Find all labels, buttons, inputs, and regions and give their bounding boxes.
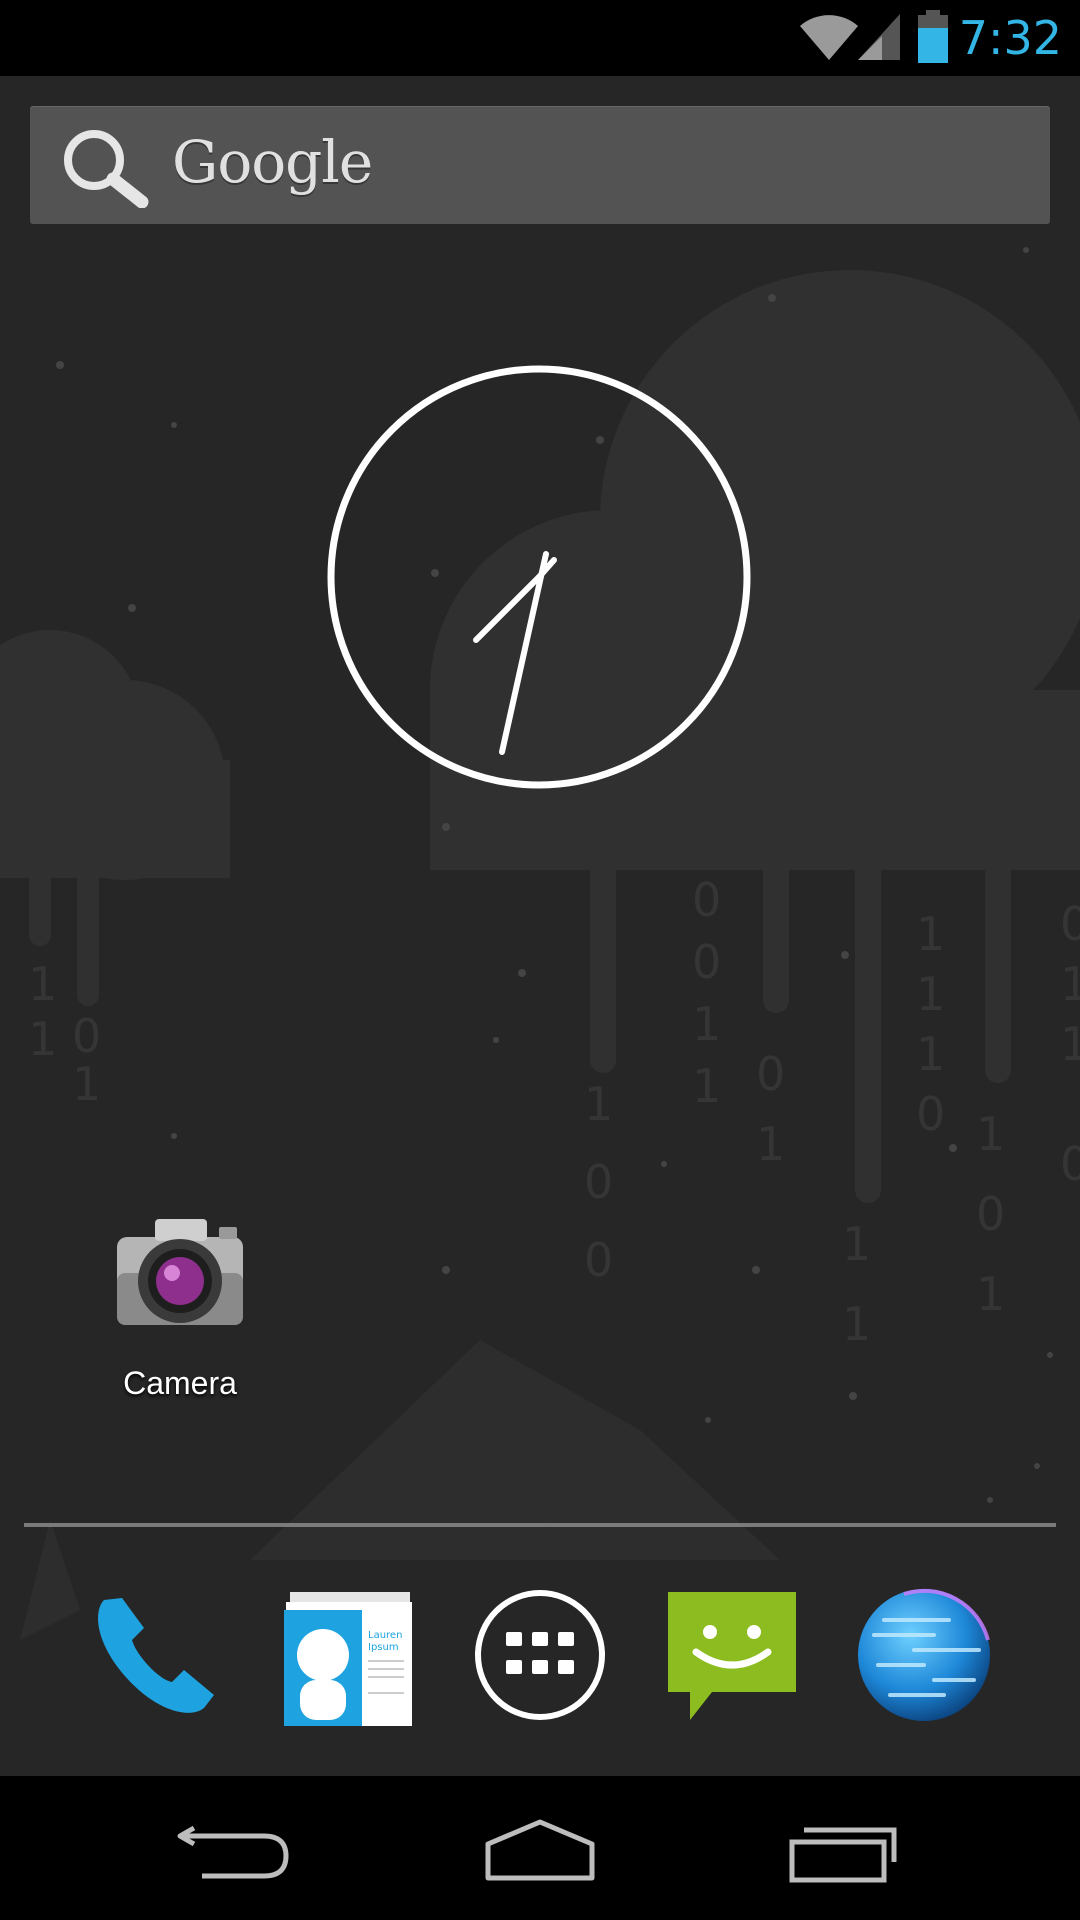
phone-icon [98,1598,214,1713]
svg-text:1: 1 [72,1057,101,1111]
navigation-bar [0,1776,1080,1920]
svg-text:0: 0 [72,1009,101,1063]
svg-text:0: 0 [692,935,721,989]
back-icon [177,1825,289,1879]
svg-text:1: 1 [28,1012,57,1066]
svg-text:1: 1 [842,1297,871,1351]
cell-signal-icon [858,14,900,60]
back-button[interactable] [160,1798,320,1898]
recent-apps-icon [789,1827,897,1883]
svg-text:1: 1 [916,1027,945,1081]
svg-text:1: 1 [28,957,57,1011]
camera-label: Camera [123,1365,237,1401]
svg-text:1: 1 [584,1077,613,1131]
svg-text:1: 1 [976,1267,1005,1321]
svg-text:1: 1 [976,1107,1005,1161]
svg-text:0: 0 [976,1187,1005,1241]
status-bar: 7:32 [0,0,1080,76]
svg-text:1: 1 [916,907,945,961]
dock-phone[interactable] [84,1580,224,1730]
svg-text:1: 1 [916,967,945,1021]
browser-globe-icon [858,1588,990,1721]
clock-minute-hand [499,551,549,755]
svg-text:1: 1 [692,997,721,1051]
dock-contacts[interactable]: Lauren Ipsum [278,1580,418,1730]
recent-apps-button[interactable] [760,1798,920,1898]
google-search-bar[interactable]: Google [30,106,1050,224]
svg-text:1: 1 [1060,1017,1080,1071]
messaging-icon [668,1592,796,1720]
wifi-icon [800,15,858,60]
svg-text:1: 1 [1060,957,1080,1011]
status-clock: 7:32 [958,11,1062,65]
contacts-icon: Lauren Ipsum [284,1592,412,1726]
svg-text:0: 0 [1060,1137,1080,1191]
svg-text:0: 0 [584,1155,613,1209]
svg-text:0: 0 [584,1233,613,1287]
app-drawer-icon [475,1590,605,1720]
camera-icon [117,1219,243,1325]
dock-browser[interactable] [854,1580,994,1730]
svg-text:0: 0 [916,1087,945,1141]
svg-text:0: 0 [1060,897,1080,951]
battery-icon [918,10,948,63]
svg-text:1: 1 [756,1117,785,1171]
home-button[interactable] [460,1798,620,1898]
dock-app-drawer[interactable] [470,1580,610,1730]
search-icon [64,130,149,208]
dock-divider [24,1523,1056,1527]
svg-text:1: 1 [692,1059,721,1113]
search-label: Google [172,128,373,196]
home-icon [485,1819,595,1881]
dock-messaging[interactable] [662,1580,802,1730]
svg-text:0: 0 [756,1047,785,1101]
svg-text:1: 1 [842,1217,871,1271]
svg-text:Lauren: Lauren [368,1630,402,1641]
analog-clock-widget[interactable] [326,364,752,790]
svg-text:0: 0 [692,873,721,927]
camera-shortcut[interactable]: Camera [80,1195,280,1415]
svg-text:Ipsum: Ipsum [368,1642,399,1653]
